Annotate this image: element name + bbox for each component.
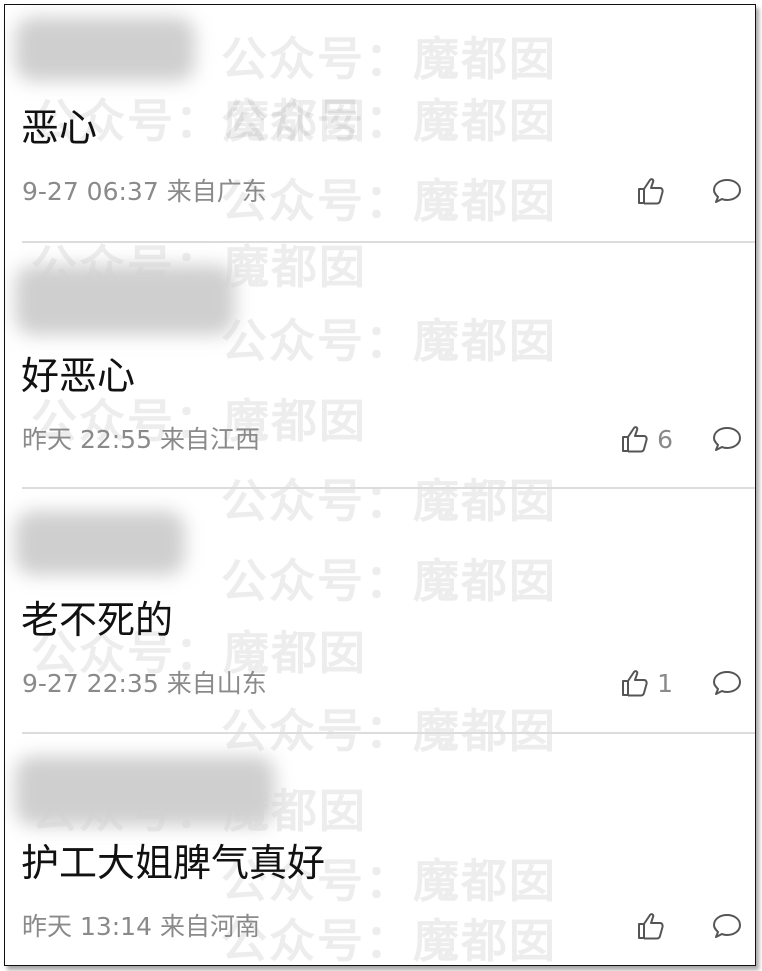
blurred-username[interactable] [15, 756, 275, 826]
comment-location: 来自河南 [159, 912, 260, 941]
speech-bubble-icon[interactable] [711, 667, 743, 699]
comment-list-panel: 公众号：魔都囡 公众号：魔都囡 公众号：魔都囡 公众号：魔都囡 公众号：魔都囡 … [4, 4, 756, 966]
comment-meta: 9-27 22:35 来自山东 [22, 671, 267, 696]
like-button[interactable]: 1 [619, 667, 711, 699]
comment-time: 昨天 13:14 [22, 912, 152, 941]
comment-location: 来自山东 [166, 669, 267, 698]
blurred-username[interactable] [15, 511, 185, 575]
blurred-username[interactable] [15, 17, 195, 81]
like-button[interactable]: 6 [619, 423, 711, 455]
comment-item: 老不死的 9-27 22:35 来自山东 1 [5, 489, 755, 733]
comment-time: 9-27 22:35 [22, 669, 159, 698]
comment-actions [635, 173, 743, 209]
comment-location: 来自江西 [159, 425, 260, 454]
like-button[interactable] [635, 175, 711, 207]
comment-item: 恶心 9-27 06:37 来自广东 [5, 5, 755, 241]
speech-bubble-icon[interactable] [711, 910, 743, 942]
thumbs-up-icon [619, 667, 651, 699]
comment-item: 护工大姐脾气真好 昨天 13:14 来自河南 [5, 734, 755, 965]
thumbs-up-icon [635, 910, 667, 942]
comment-actions [635, 908, 743, 944]
blurred-username[interactable] [15, 265, 235, 335]
comment-text: 老不死的 [21, 598, 174, 642]
comment-meta: 9-27 06:37 来自广东 [22, 179, 267, 204]
speech-bubble-icon[interactable] [711, 423, 743, 455]
comment-text: 恶心 [21, 106, 98, 150]
speech-bubble-icon[interactable] [711, 175, 743, 207]
comment-time: 昨天 22:55 [22, 425, 152, 454]
thumbs-up-icon [635, 175, 667, 207]
comment-text: 护工大姐脾气真好 [21, 841, 326, 885]
comment-text: 好恶心 [21, 354, 136, 398]
comment-actions: 6 [619, 421, 743, 457]
comment-item: 好恶心 昨天 22:55 来自江西 6 [5, 243, 755, 487]
like-count: 1 [657, 668, 673, 698]
comment-meta: 昨天 22:55 来自江西 [22, 427, 260, 452]
thumbs-up-icon [619, 423, 651, 455]
comment-actions: 1 [619, 665, 743, 701]
comment-location: 来自广东 [166, 177, 267, 206]
like-count: 6 [657, 424, 673, 454]
like-button[interactable] [635, 910, 711, 942]
comment-time: 9-27 06:37 [22, 177, 159, 206]
comment-meta: 昨天 13:14 来自河南 [22, 914, 260, 939]
